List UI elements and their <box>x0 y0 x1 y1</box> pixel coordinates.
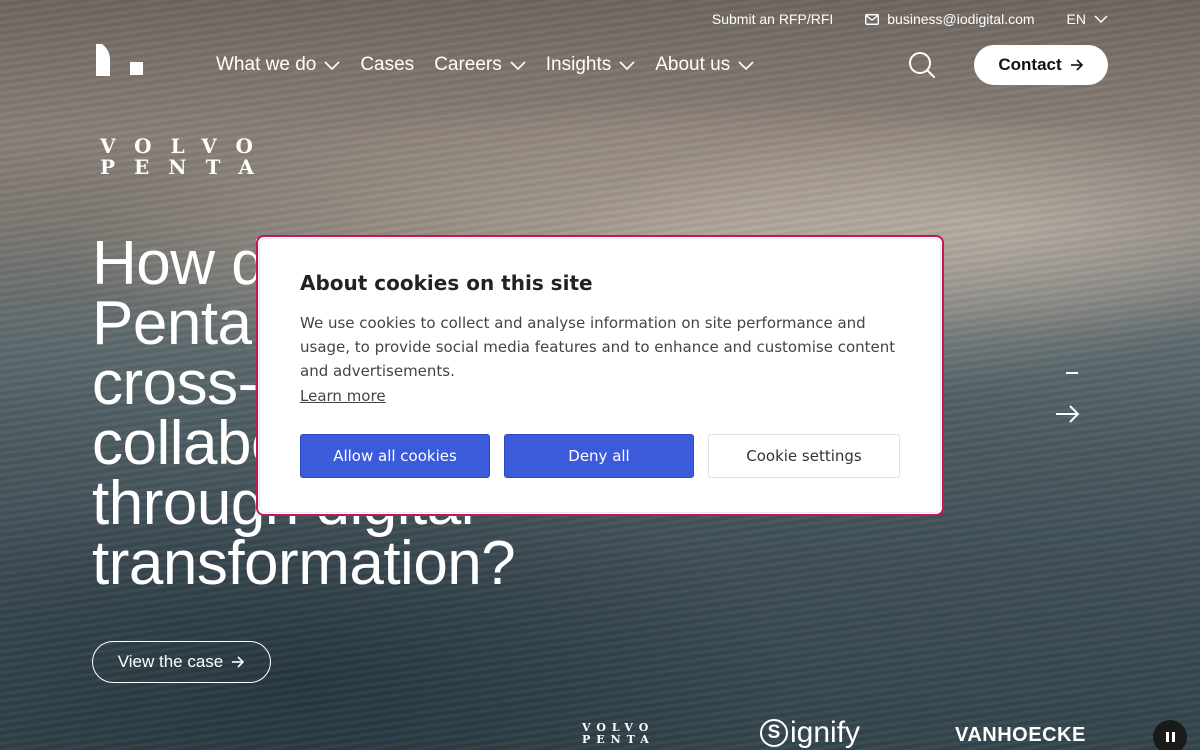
nav-item-label: Insights <box>545 54 612 75</box>
language-label: EN <box>1066 11 1086 27</box>
rfp-link[interactable]: Submit an RFP/RFI <box>712 11 833 27</box>
contact-button-label: Contact <box>998 55 1062 74</box>
allow-all-cookies-button[interactable]: Allow all cookies <box>300 434 490 478</box>
email-label: business@iodigital.com <box>887 11 1035 27</box>
arrow-right-icon <box>1070 59 1083 71</box>
mail-icon <box>865 13 880 25</box>
rfp-link-label: Submit an RFP/RFI <box>711 11 834 27</box>
language-selector[interactable]: EN <box>1067 11 1108 27</box>
nav-item-insights[interactable]: Insights <box>546 54 635 76</box>
hero-title-line: transformation? <box>92 529 516 598</box>
search-icon[interactable] <box>908 51 936 79</box>
nav-item-about-us[interactable]: About us <box>655 54 754 76</box>
learn-more-link[interactable]: Learn more <box>300 387 386 405</box>
pause-icon <box>1165 732 1169 742</box>
slide-indicator <box>1066 372 1078 374</box>
view-case-label: View the case <box>117 652 224 671</box>
client-logo-volvo-penta: VOLVO PENTA <box>582 721 655 746</box>
site-logo[interactable] <box>96 44 144 76</box>
signify-mark-icon: S <box>760 719 788 747</box>
cookie-dialog: About cookies on this site We use cookie… <box>260 239 940 512</box>
cookie-dialog-title: About cookies on this site <box>300 271 593 295</box>
deny-all-button[interactable]: Deny all <box>504 434 694 478</box>
chevron-down-icon <box>324 60 340 70</box>
view-case-button[interactable]: View the case <box>92 641 271 683</box>
nav-item-label: Cases <box>360 54 415 75</box>
nav-item-careers[interactable]: Careers <box>434 54 526 76</box>
chevron-down-icon <box>738 60 754 70</box>
arrow-right-icon[interactable] <box>1054 400 1082 428</box>
chevron-down-icon <box>619 60 635 70</box>
nav-item-label: What we do <box>216 54 317 75</box>
chevron-down-icon <box>1094 15 1108 23</box>
nav-item-cases[interactable]: Cases <box>360 54 414 76</box>
nav-item-what-we-do[interactable]: What we do <box>216 54 340 76</box>
cookie-dialog-body: We use cookies to collect and analyse in… <box>300 314 896 380</box>
nav-item-label: Careers <box>434 54 502 75</box>
email-link[interactable]: business@iodigital.com <box>865 11 1035 27</box>
client-logo-vanhoecke: VANHOECKE <box>955 724 1086 746</box>
cookie-settings-button[interactable]: Cookie settings <box>708 434 900 478</box>
chevron-down-icon <box>510 60 526 70</box>
contact-button[interactable]: Contact <box>974 45 1108 85</box>
main-nav: What we do Cases Careers Insights About … <box>216 52 754 78</box>
nav-item-label: About us <box>655 54 731 75</box>
arrow-right-icon <box>232 656 245 668</box>
utility-bar: Submit an RFP/RFI business@iodigital.com… <box>712 0 1108 38</box>
client-logo-signify: S ignify <box>760 716 860 750</box>
pause-button[interactable] <box>1153 720 1187 750</box>
brand-logo-volvo-penta: VOLVO PENTA <box>100 134 273 179</box>
